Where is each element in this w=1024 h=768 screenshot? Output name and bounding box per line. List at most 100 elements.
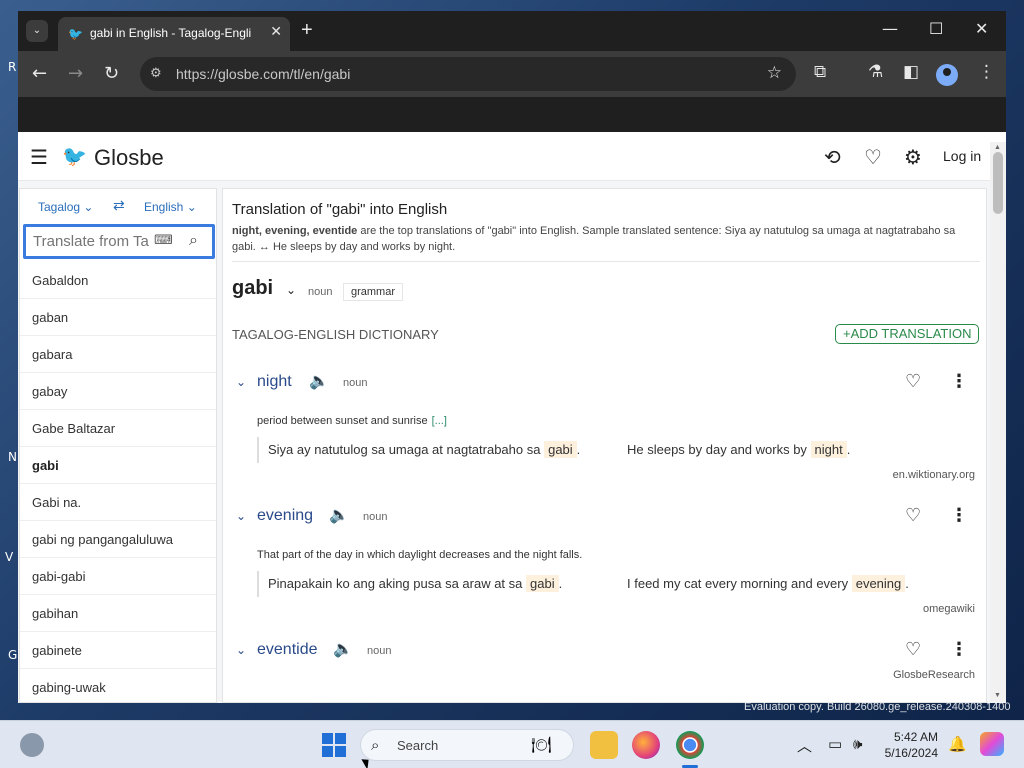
search-icon: ⌕ [371, 736, 380, 754]
example-source-text: Pinapakain ko ang aking pusa sa araw at … [268, 575, 563, 592]
weather-widget-icon[interactable] [20, 733, 44, 757]
keyboard-icon[interactable]: ⌨ [154, 232, 173, 248]
example-target-text: I feed my cat every morning and every ev… [627, 575, 909, 592]
heart-icon[interactable]: ♡ [905, 639, 921, 660]
heart-icon[interactable]: ♡ [905, 505, 921, 526]
site-info-icon[interactable]: ⚙ [150, 65, 162, 81]
divider [232, 261, 980, 262]
more-options-icon[interactable]: ⋮ [950, 505, 968, 526]
profile-avatar-icon[interactable] [936, 64, 958, 86]
list-item[interactable]: gabi ng pangangaluluwa [20, 521, 216, 558]
url-text[interactable]: https://glosbe.com/tl/en/gabi [176, 66, 350, 82]
address-bar[interactable]: ⚙ https://glosbe.com/tl/en/gabi ☆ [140, 57, 796, 91]
hamburger-menu-icon[interactable]: ☰ [30, 145, 48, 170]
translation-word[interactable]: night [257, 373, 292, 391]
chevron-down-icon[interactable]: ⌄ [236, 375, 246, 389]
chrome-icon[interactable] [676, 731, 704, 759]
source-language-select[interactable]: Tagalog ⌄ [38, 200, 93, 214]
tab-search-button[interactable]: ⌄ [26, 20, 48, 42]
labs-flask-icon[interactable]: ⚗ [868, 62, 883, 82]
volume-icon[interactable]: 🕪 [853, 735, 862, 753]
list-item[interactable]: gabay [20, 373, 216, 410]
desktop-icon-label: V [5, 550, 14, 564]
example-highlight: gabi [526, 575, 559, 592]
definition-more-link[interactable]: [...] [432, 415, 447, 427]
target-language-select[interactable]: English ⌄ [144, 200, 197, 214]
more-options-icon[interactable]: ⋮ [950, 639, 968, 660]
login-link[interactable]: Log in [943, 148, 981, 164]
system-clock[interactable]: 5:42 AM 5/16/2024 [878, 729, 938, 761]
example-highlight: night [810, 441, 847, 458]
swap-languages-icon[interactable]: ⇄ [113, 197, 125, 214]
list-item[interactable]: gabi-gabi [20, 558, 216, 595]
network-display-icon[interactable]: ▭ [828, 735, 842, 753]
scroll-up-icon[interactable]: ▲ [994, 144, 1001, 151]
list-item[interactable]: Gabi na. [20, 484, 216, 521]
desktop-icon-label: R [8, 60, 17, 74]
firefox-icon[interactable] [632, 731, 660, 759]
scrollbar-thumb[interactable] [993, 152, 1003, 214]
browser-window: ⌄ 🐦 gabi in English - Tagalog-Engli ✕ + … [18, 11, 1006, 703]
minimize-button[interactable]: — [882, 19, 898, 38]
history-icon[interactable]: ⟲ [824, 145, 841, 169]
tab-close-icon[interactable]: ✕ [270, 23, 282, 40]
close-window-button[interactable]: ✕ [975, 19, 988, 38]
search-input[interactable] [33, 233, 151, 250]
active-tab[interactable]: 🐦 gabi in English - Tagalog-Engli ✕ [58, 17, 290, 51]
taskbar-search-label: Search [397, 738, 439, 753]
heart-icon[interactable]: ♡ [864, 145, 882, 169]
search-box: ⌨ ⌕ [23, 224, 215, 259]
speaker-icon[interactable]: 🔈 [329, 505, 349, 524]
chevron-down-icon[interactable]: ⌄ [236, 509, 246, 523]
start-windows-icon[interactable] [322, 733, 346, 757]
extensions-icon[interactable]: ⧉ [814, 62, 826, 82]
translation-pos: noun [363, 511, 388, 523]
bookmark-bar [18, 97, 1006, 132]
example-target-text: He sleeps by day and works by night. [627, 441, 851, 458]
new-tab-button[interactable]: + [301, 19, 313, 42]
file-explorer-icon[interactable] [590, 731, 618, 759]
bookmark-star-icon[interactable]: ☆ [767, 63, 782, 83]
list-item[interactable]: Gabe Baltazar [20, 410, 216, 447]
definition-text: period between sunset and sunrise [...] [257, 415, 447, 427]
search-icon[interactable]: ⌕ [189, 230, 198, 250]
show-hidden-icons-chevron-icon[interactable]: ︿ [797, 735, 812, 756]
translation-word[interactable]: eventide [257, 641, 318, 659]
scroll-down-icon[interactable]: ▼ [994, 692, 1001, 699]
page-scrollbar[interactable]: ▲ ▼ [990, 142, 1006, 703]
chevron-down-icon[interactable]: ⌄ [236, 643, 246, 657]
list-item[interactable]: gabihan [20, 595, 216, 632]
glosbe-logo-icon[interactable]: 🐦 [62, 144, 87, 169]
add-translation-button[interactable]: +ADD TRANSLATION [835, 324, 980, 344]
list-item[interactable]: gabinete [20, 632, 216, 669]
reload-icon[interactable]: ↻ [104, 63, 119, 84]
more-options-icon[interactable]: ⋮ [950, 371, 968, 392]
left-sidebar: Tagalog ⌄ ⇄ English ⌄ ⌨ ⌕ Gabaldon gaban… [19, 188, 217, 703]
back-arrow-icon[interactable]: ← [32, 63, 47, 84]
chevron-down-icon[interactable]: ⌄ [286, 283, 296, 297]
maximize-button[interactable]: ☐ [929, 19, 943, 38]
speaker-icon[interactable]: 🔈 [333, 639, 353, 658]
copilot-icon[interactable] [980, 732, 1004, 756]
list-item[interactable]: gaban [20, 299, 216, 336]
forward-arrow-icon[interactable]: → [68, 63, 83, 84]
glosbe-favicon-icon: 🐦 [68, 27, 83, 41]
source-attribution: omegawiki [923, 603, 975, 615]
list-item[interactable]: gabing-uwak [20, 669, 216, 703]
desktop-icon-label: N [8, 450, 17, 464]
list-item-active[interactable]: gabi [20, 447, 216, 484]
grammar-button[interactable]: grammar [343, 283, 404, 301]
side-panel-icon[interactable]: ◧ [903, 62, 919, 82]
heart-icon[interactable]: ♡ [905, 371, 921, 392]
speaker-icon[interactable]: 🔈 [309, 371, 329, 390]
example-sentence: Pinapakain ko ang aking pusa sa araw at … [257, 571, 977, 597]
headword-pos: noun [308, 286, 333, 298]
translation-word[interactable]: evening [257, 507, 313, 525]
browser-menu-icon[interactable]: ⋮ [978, 62, 995, 82]
site-logo[interactable]: Glosbe [94, 145, 164, 171]
list-item[interactable]: gabara [20, 336, 216, 373]
list-item[interactable]: Gabaldon [20, 262, 216, 299]
taskbar-search[interactable]: ⌕ Search 🍽 [360, 729, 574, 761]
notification-bell-icon[interactable]: 🔔 [948, 735, 967, 753]
settings-gear-icon[interactable]: ⚙ [904, 145, 922, 169]
